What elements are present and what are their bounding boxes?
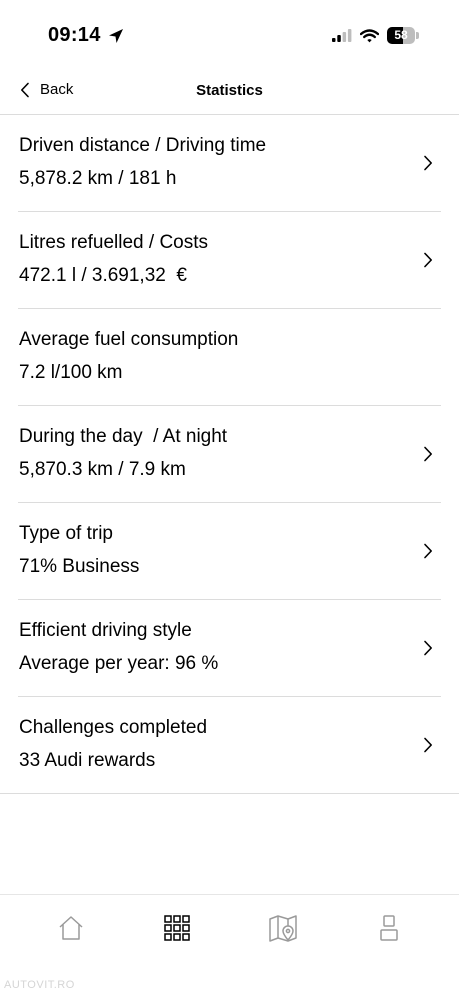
stat-title: Litres refuelled / Costs xyxy=(19,232,209,253)
stat-title: Average fuel consumption xyxy=(19,329,239,350)
tab-map[interactable] xyxy=(268,913,298,943)
stat-value: 472.1 l / 3.691,32 € xyxy=(19,265,187,286)
status-indicators: 58 xyxy=(332,27,419,44)
battery-tip xyxy=(416,32,419,39)
stat-value: 71% Business xyxy=(19,556,140,577)
chevron-right-icon xyxy=(423,737,433,753)
chevron-right-icon xyxy=(423,640,433,656)
battery-icon: 58 xyxy=(387,27,419,44)
cellular-signal-icon xyxy=(332,29,352,42)
tab-home[interactable] xyxy=(56,913,86,943)
stat-value: 33 Audi rewards xyxy=(19,750,156,771)
stat-title: Efficient driving style xyxy=(19,620,192,641)
location-arrow-icon xyxy=(107,27,125,45)
statistics-list: Driven distance / Driving time 5,878.2 k… xyxy=(0,115,459,794)
stat-row-challenges-completed[interactable]: Challenges completed 33 Audi rewards xyxy=(0,697,459,794)
watermark: AUTOVIT.RO xyxy=(4,979,75,991)
grid-icon xyxy=(162,913,192,943)
battery-percentage: 58 xyxy=(394,28,408,42)
stat-title: Challenges completed xyxy=(19,717,208,738)
stat-row-efficient-driving-style[interactable]: Efficient driving style Average per year… xyxy=(0,600,459,697)
tab-profile[interactable] xyxy=(374,913,404,943)
navigation-bar: Statistics Back xyxy=(0,72,459,115)
chevron-right-icon xyxy=(423,543,433,559)
stat-row-driven-distance[interactable]: Driven distance / Driving time 5,878.2 k… xyxy=(0,115,459,212)
stat-value: 7.2 l/100 km xyxy=(19,362,123,383)
chevron-right-icon xyxy=(423,252,433,268)
wifi-icon xyxy=(360,28,379,43)
stat-value: 5,870.3 km / 7.9 km xyxy=(19,459,186,480)
stat-title: Type of trip xyxy=(19,523,113,544)
home-icon xyxy=(56,913,86,943)
stat-value: Average per year: 96 % xyxy=(19,653,219,674)
status-time-group: 09:14 xyxy=(48,24,125,47)
status-time: 09:14 xyxy=(48,24,101,46)
battery-body: 58 xyxy=(387,27,415,44)
chevron-left-icon xyxy=(20,82,30,98)
stat-value: 5,878.2 km / 181 h xyxy=(19,168,177,189)
chevron-right-icon xyxy=(423,155,433,171)
stat-row-average-fuel-consumption: Average fuel consumption 7.2 l/100 km xyxy=(0,309,459,406)
back-button[interactable]: Back xyxy=(20,81,73,98)
status-bar: 09:14 58 xyxy=(0,0,459,72)
profile-icon xyxy=(374,913,404,943)
tab-bar: AUTOVIT.RO xyxy=(0,894,459,999)
stat-row-type-of-trip[interactable]: Type of trip 71% Business xyxy=(0,503,459,600)
stat-row-litres-refuelled[interactable]: Litres refuelled / Costs 472.1 l / 3.691… xyxy=(0,212,459,309)
stat-row-day-night[interactable]: During the day / At night 5,870.3 km / 7… xyxy=(0,406,459,503)
tab-overview[interactable] xyxy=(162,913,192,943)
map-pin-icon xyxy=(268,913,298,943)
stat-title: During the day / At night xyxy=(19,426,228,447)
chevron-right-icon xyxy=(423,446,433,462)
stat-title: Driven distance / Driving time xyxy=(19,135,267,156)
back-label: Back xyxy=(40,81,74,98)
